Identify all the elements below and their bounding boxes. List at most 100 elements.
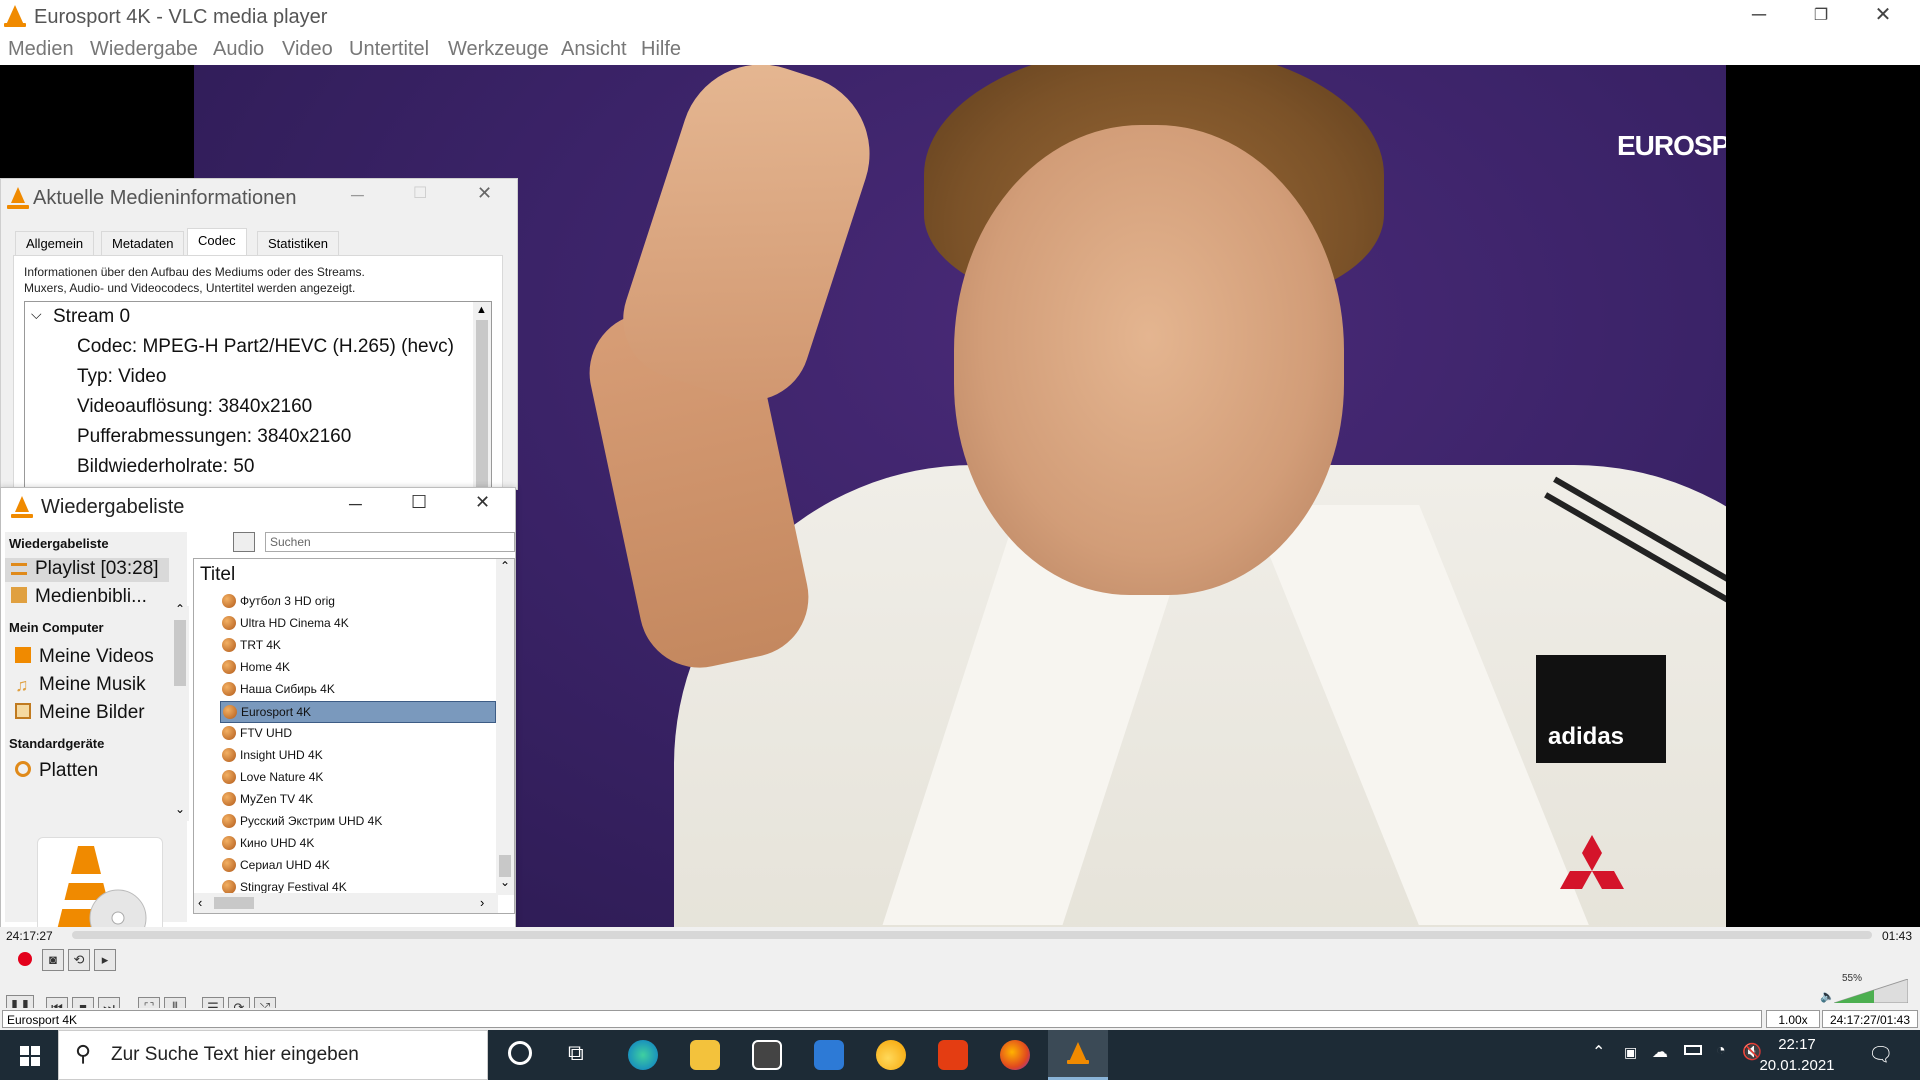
view-mode-button[interactable]: [233, 532, 255, 552]
file-explorer-icon[interactable]: [690, 1040, 720, 1070]
sidebar-item-music[interactable]: ♫ Meine Musik: [15, 674, 146, 696]
column-header-title[interactable]: Titel: [200, 564, 235, 586]
close-button[interactable]: ✕: [1852, 0, 1914, 33]
chevron-up-icon[interactable]: ⌃: [500, 559, 510, 573]
snapshot-button[interactable]: ◙: [42, 949, 64, 971]
chevron-down-icon[interactable]: ⌄: [500, 875, 510, 889]
menu-view[interactable]: Ansicht: [561, 38, 627, 61]
globe-icon: [222, 616, 236, 630]
menu-playback[interactable]: Wiedergabe: [90, 38, 198, 61]
globe-icon: [222, 880, 236, 894]
minimize-button[interactable]: ─: [1728, 0, 1790, 33]
menu-audio[interactable]: Audio: [213, 38, 264, 61]
playlist-item[interactable]: FTV UHD: [220, 723, 496, 745]
vlc-logo-icon: [7, 187, 29, 209]
clock-date: 20.01.2021: [1759, 1057, 1835, 1074]
tab-general[interactable]: Allgemein: [15, 231, 95, 256]
status-time[interactable]: 24:17:27/01:43: [1822, 1010, 1918, 1028]
device-icon[interactable]: ▣: [1624, 1044, 1637, 1061]
seek-slider[interactable]: [72, 931, 1872, 939]
playlist-search-input[interactable]: Suchen: [265, 532, 515, 552]
wifi-icon[interactable]: ◔: [1716, 1042, 1726, 1060]
frame-step-button[interactable]: ▸: [94, 949, 116, 971]
loop-ab-button[interactable]: ⟲: [68, 949, 90, 971]
maximize-button[interactable]: ☐: [411, 492, 427, 513]
playback-speed[interactable]: 1.00x: [1766, 1010, 1820, 1028]
playlist-window: Wiedergabeliste ─ ☐ ✕ Wiedergabeliste Pl…: [0, 487, 516, 961]
playlist-item[interactable]: Кино UHD 4K: [220, 833, 496, 855]
scroll-thumb[interactable]: [476, 320, 488, 488]
weather-icon[interactable]: [876, 1040, 906, 1070]
onedrive-icon[interactable]: ☁: [1652, 1042, 1668, 1062]
maximize-button[interactable]: ☐: [413, 183, 427, 203]
playlist-item[interactable]: Love Nature 4K: [220, 767, 496, 789]
sidebar-item-pictures[interactable]: Meine Bilder: [15, 702, 145, 724]
playlist-title: Wiedergabeliste: [41, 496, 185, 518]
chevron-up-icon[interactable]: ⌃: [175, 602, 185, 616]
speaker-icon[interactable]: 🔈: [1820, 989, 1835, 1003]
chevron-up-icon[interactable]: ⌃: [1592, 1042, 1605, 1062]
volume-control[interactable]: 🔈 55%: [1820, 973, 1910, 1005]
notification-icon[interactable]: 🗨: [1868, 1042, 1893, 1067]
clock-time: 22:17: [1778, 1036, 1816, 1053]
scroll-thumb[interactable]: [214, 897, 254, 909]
record-button[interactable]: [14, 949, 36, 971]
chevron-right-icon[interactable]: ›: [480, 895, 484, 910]
scroll-up-icon[interactable]: ▲: [476, 304, 487, 316]
playlist-item[interactable]: Home 4K: [220, 657, 496, 679]
codec-tree[interactable]: ⌵ Stream 0 Codec: MPEG-H Part2/HEVC (H.2…: [24, 301, 492, 491]
cortana-icon[interactable]: [508, 1041, 532, 1065]
sidebar-item-library[interactable]: Medienbibli...: [11, 586, 147, 608]
store-icon[interactable]: [752, 1040, 782, 1070]
close-button[interactable]: ✕: [477, 183, 492, 204]
taskbar-clock[interactable]: 22:17 20.01.2021: [1752, 1034, 1842, 1076]
menu-media[interactable]: Medien: [8, 38, 74, 61]
globe-icon: [222, 836, 236, 850]
office-icon[interactable]: [938, 1040, 968, 1070]
sidebar-item-videos[interactable]: Meine Videos: [15, 646, 154, 668]
sidebar-item-playlist[interactable]: Playlist [03:28]: [11, 558, 159, 580]
battery-icon[interactable]: [1684, 1045, 1702, 1055]
playlist-item-label: Сериал UHD 4K: [240, 858, 330, 872]
close-button[interactable]: ✕: [475, 492, 490, 513]
scroll-thumb[interactable]: [174, 620, 186, 686]
menu-tools[interactable]: Werkzeuge: [448, 38, 549, 61]
playlist-item[interactable]: Insight UHD 4K: [220, 745, 496, 767]
playlist-item[interactable]: Ultra HD Cinema 4K: [220, 613, 496, 635]
edge-icon[interactable]: [628, 1040, 658, 1070]
restore-button[interactable]: ❐: [1790, 0, 1852, 33]
playlist-item[interactable]: Сериал UHD 4K: [220, 855, 496, 877]
playlist-vscrollbar[interactable]: ⌃ ⌄: [496, 559, 514, 895]
sidebar-scrollbar[interactable]: ⌃ ⌄: [171, 602, 189, 821]
playlist-hscrollbar[interactable]: ‹ ›: [194, 893, 498, 913]
vlc-taskbar-button[interactable]: [1048, 1030, 1108, 1080]
playlist-item[interactable]: TRT 4K: [220, 635, 496, 657]
minimize-button[interactable]: ─: [351, 185, 364, 206]
mail-icon[interactable]: [814, 1040, 844, 1070]
chevron-left-icon[interactable]: ‹: [198, 895, 202, 910]
menu-video[interactable]: Video: [282, 38, 333, 61]
globe-icon: [222, 726, 236, 740]
menu-subtitles[interactable]: Untertitel: [349, 38, 429, 61]
playlist-item[interactable]: Русский Экстрим UHD 4K: [220, 811, 496, 833]
playlist-item[interactable]: Eurosport 4K: [220, 701, 496, 723]
stream-node[interactable]: Stream 0: [53, 306, 130, 328]
task-view-icon[interactable]: ⧉: [568, 1040, 584, 1066]
playlist-item[interactable]: Футбол 3 HD orig: [220, 591, 496, 613]
playlist-item[interactable]: Наша Сибирь 4K: [220, 679, 496, 701]
tab-metadata[interactable]: Metadaten: [101, 231, 185, 256]
chevron-down-icon[interactable]: ⌄: [175, 802, 185, 816]
windows-start-icon[interactable]: [20, 1046, 40, 1066]
remaining-time[interactable]: 01:43: [1882, 929, 1912, 943]
tab-codec[interactable]: Codec: [187, 228, 247, 256]
chevron-down-icon[interactable]: ⌵: [31, 306, 42, 323]
firefox-icon[interactable]: [1000, 1040, 1030, 1070]
tab-statistics[interactable]: Statistiken: [257, 231, 339, 256]
playlist-item[interactable]: MyZen TV 4K: [220, 789, 496, 811]
taskbar-search[interactable]: ⚲ Zur Suche Text hier eingeben: [58, 1030, 488, 1080]
sidebar-item-discs[interactable]: Platten: [15, 760, 98, 782]
minimize-button[interactable]: ─: [349, 494, 362, 515]
menu-help[interactable]: Hilfe: [641, 38, 681, 61]
tree-scrollbar[interactable]: ▲: [473, 302, 491, 490]
scroll-thumb[interactable]: [499, 855, 511, 877]
